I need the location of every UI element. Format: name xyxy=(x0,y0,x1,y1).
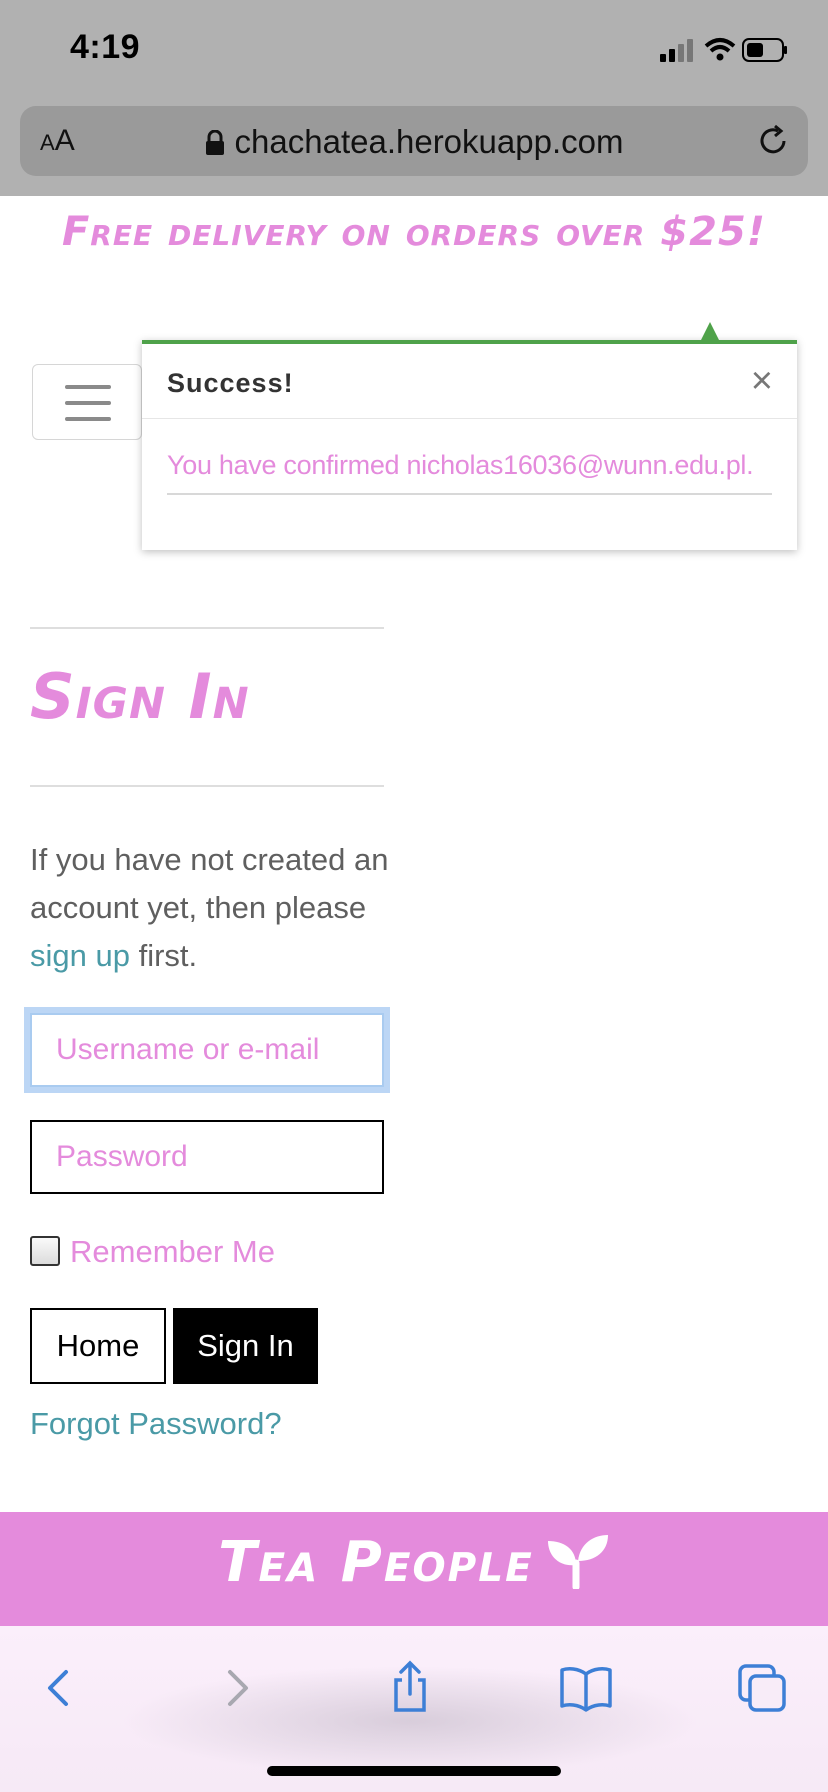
hamburger-icon-bar xyxy=(65,417,111,421)
promo-banner: Free delivery on orders over $25! xyxy=(61,209,767,255)
bookmarks-icon[interactable] xyxy=(556,1658,616,1718)
signin-intro: If you have not created an account yet, … xyxy=(30,836,390,980)
hamburger-icon xyxy=(65,385,111,389)
status-time: 4:19 xyxy=(70,28,141,66)
intro-text-after: first. xyxy=(129,938,198,973)
toast-arrow xyxy=(701,322,719,340)
sign-up-link[interactable]: sign up xyxy=(30,938,130,973)
forgot-password-link[interactable]: Forgot Password? xyxy=(30,1406,282,1442)
sprout-icon xyxy=(547,1535,608,1589)
password-input[interactable] xyxy=(30,1120,384,1194)
forward-icon[interactable] xyxy=(206,1658,266,1718)
footer-brand-text: Tea People xyxy=(218,1530,534,1595)
hamburger-icon-bar xyxy=(65,401,111,405)
status-bar: 4:19 xyxy=(0,0,828,100)
divider-top xyxy=(30,627,384,629)
home-button[interactable]: Home xyxy=(30,1308,166,1384)
footer: Tea People xyxy=(0,1512,828,1626)
divider-bottom xyxy=(30,785,384,787)
share-icon[interactable] xyxy=(380,1658,440,1718)
status-icons xyxy=(648,36,788,66)
back-icon[interactable] xyxy=(30,1658,90,1718)
page-title: Sign In xyxy=(30,660,250,733)
toast-title: Success! xyxy=(167,368,294,398)
success-toast: Success! × You have confirmed nicholas16… xyxy=(142,322,797,550)
url-display[interactable]: chachatea.herokuapp.com xyxy=(20,123,808,161)
username-input[interactable] xyxy=(30,1013,384,1087)
footer-brand: Tea People xyxy=(0,1530,828,1595)
reload-icon[interactable] xyxy=(754,122,792,160)
lock-icon xyxy=(205,130,224,155)
home-indicator xyxy=(267,1766,561,1776)
remember-me-label[interactable]: Remember Me xyxy=(70,1234,275,1270)
intro-text-before: If you have not created an account yet, … xyxy=(30,842,389,925)
url-text: chachatea.herokuapp.com xyxy=(234,123,624,160)
url-bar[interactable]: AA chachatea.herokuapp.com xyxy=(20,106,808,176)
sign-in-button[interactable]: Sign In xyxy=(173,1308,318,1384)
remember-me-checkbox[interactable] xyxy=(30,1236,60,1266)
tabs-icon[interactable] xyxy=(732,1658,792,1718)
menu-toggle-button[interactable] xyxy=(32,364,142,440)
toast-message: You have confirmed nicholas16036@wunn.ed… xyxy=(167,450,772,495)
toast-divider xyxy=(142,418,797,419)
signal-wifi-battery-icon xyxy=(660,38,787,62)
close-icon[interactable]: × xyxy=(751,362,773,400)
browser-address-area: AA chachatea.herokuapp.com xyxy=(0,100,828,196)
